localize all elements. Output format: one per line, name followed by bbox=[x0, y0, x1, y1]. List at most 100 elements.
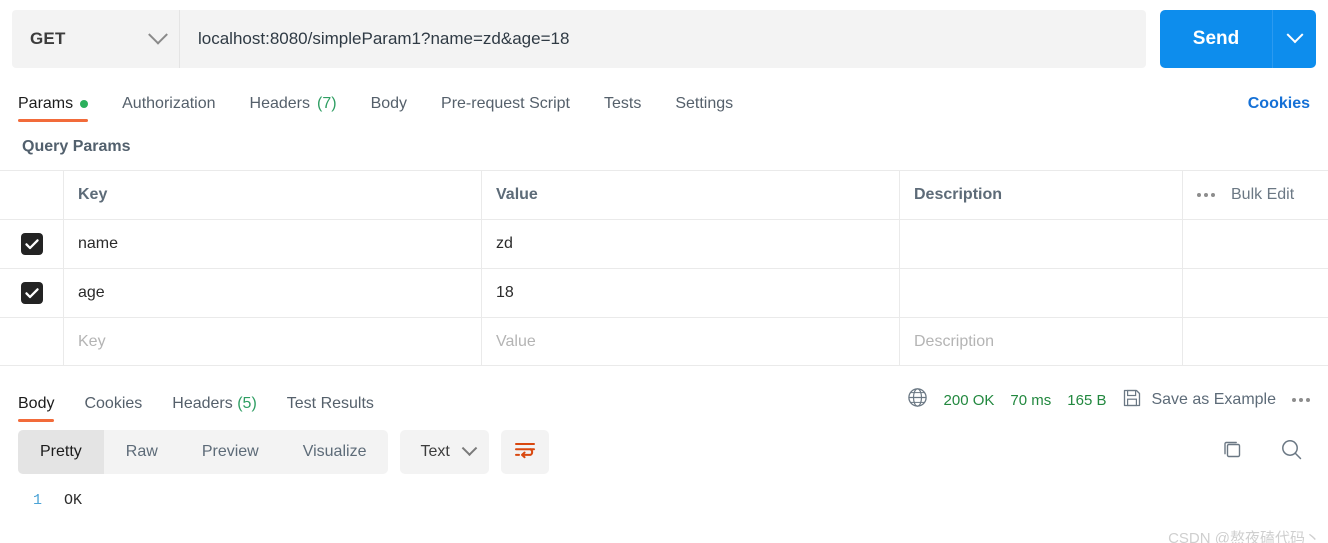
tab-authorization-label: Authorization bbox=[122, 95, 216, 112]
tab-settings-label: Settings bbox=[675, 95, 734, 112]
row-description-cell[interactable] bbox=[900, 220, 1183, 268]
save-as-example-label: Save as Example bbox=[1151, 391, 1276, 408]
param-value: zd bbox=[496, 235, 513, 252]
param-key: name bbox=[78, 235, 119, 252]
new-param-value-placeholder: Value bbox=[496, 332, 536, 350]
header-key-label: Key bbox=[78, 186, 108, 203]
tab-settings[interactable]: Settings bbox=[675, 95, 733, 122]
param-enabled-checkbox[interactable] bbox=[20, 282, 43, 304]
param-key: age bbox=[78, 284, 105, 301]
chevron-down-icon bbox=[461, 439, 478, 456]
response-tab-headers-label: Headers bbox=[172, 395, 233, 412]
status-code: 200 OK bbox=[943, 391, 995, 409]
table-row-empty: Key Value Description bbox=[0, 317, 1328, 366]
query-params-table: Key Value Description Bulk Edit name zd bbox=[0, 170, 1328, 366]
response-tabs: Body Cookies Headers (5) Test Results 20… bbox=[0, 376, 1328, 422]
ellipsis-icon[interactable] bbox=[1292, 398, 1310, 402]
response-view-segmented-control: Pretty Raw Preview Visualize bbox=[18, 430, 389, 474]
response-format-bar: Pretty Raw Preview Visualize Text bbox=[0, 422, 1328, 482]
floppy-disk-icon bbox=[1122, 388, 1142, 413]
table-row: age 18 bbox=[0, 268, 1328, 317]
chevron-down-icon bbox=[148, 24, 168, 45]
header-actions-cell: Bulk Edit bbox=[1183, 171, 1328, 219]
tab-pre-request-script[interactable]: Pre-request Script bbox=[441, 95, 570, 122]
tab-headers[interactable]: Headers (7) bbox=[250, 95, 337, 122]
tab-pre-request-script-label: Pre-request Script bbox=[441, 95, 570, 112]
response-tab-body[interactable]: Body bbox=[18, 395, 55, 422]
http-method-select[interactable]: GET bbox=[12, 10, 180, 68]
response-tab-headers-count: (5) bbox=[237, 395, 257, 412]
row-description-cell[interactable] bbox=[900, 269, 1183, 317]
code-line: 1 OK bbox=[0, 492, 1328, 509]
row-value-cell[interactable]: zd bbox=[482, 220, 900, 268]
view-pretty-button[interactable]: Pretty bbox=[18, 430, 104, 474]
chevron-down-icon bbox=[1286, 26, 1303, 44]
row-checkbox-cell bbox=[0, 220, 64, 268]
cookies-link[interactable]: Cookies bbox=[1248, 95, 1310, 122]
row-description-cell[interactable]: Description bbox=[900, 318, 1183, 365]
row-actions-cell bbox=[1183, 318, 1328, 365]
tab-headers-count: (7) bbox=[317, 95, 337, 112]
request-tabs: Params Authorization Headers (7) Body Pr… bbox=[0, 78, 1328, 122]
view-preview-button[interactable]: Preview bbox=[180, 430, 281, 474]
tab-headers-label: Headers bbox=[249, 95, 310, 112]
param-enabled-checkbox[interactable] bbox=[20, 233, 43, 255]
response-tab-cookies[interactable]: Cookies bbox=[84, 395, 142, 422]
globe-icon bbox=[907, 387, 928, 413]
tab-authorization[interactable]: Authorization bbox=[122, 95, 215, 122]
tab-params-label: Params bbox=[18, 95, 74, 112]
save-as-example-button[interactable]: Save as Example bbox=[1122, 388, 1276, 413]
tab-tests[interactable]: Tests bbox=[604, 95, 641, 122]
url-input[interactable]: localhost:8080/simpleParam1?name=zd&age=… bbox=[180, 10, 1146, 68]
row-key-cell[interactable]: Key bbox=[64, 318, 482, 365]
view-visualize-button[interactable]: Visualize bbox=[281, 430, 389, 474]
search-icon[interactable] bbox=[1279, 437, 1304, 467]
new-param-description-placeholder: Description bbox=[914, 332, 995, 350]
view-raw-button[interactable]: Raw bbox=[104, 430, 180, 474]
table-header-row: Key Value Description Bulk Edit bbox=[0, 170, 1328, 219]
row-key-cell[interactable]: age bbox=[64, 269, 482, 317]
row-value-cell[interactable]: Value bbox=[482, 318, 900, 365]
tab-tests-label: Tests bbox=[603, 95, 642, 112]
http-method-label: GET bbox=[30, 29, 66, 48]
content-type-label: Text bbox=[420, 443, 450, 460]
request-url-bar: GET localhost:8080/simpleParam1?name=zd&… bbox=[0, 0, 1328, 78]
header-key-cell: Key bbox=[64, 171, 482, 219]
param-value: 18 bbox=[496, 284, 514, 301]
response-tab-headers[interactable]: Headers (5) bbox=[172, 395, 257, 422]
row-checkbox-cell bbox=[0, 318, 64, 365]
word-wrap-icon bbox=[514, 441, 536, 464]
row-actions-cell bbox=[1183, 220, 1328, 268]
line-number: 1 bbox=[32, 492, 42, 509]
header-value-label: Value bbox=[496, 186, 538, 203]
ellipsis-icon[interactable] bbox=[1197, 193, 1215, 197]
response-tools bbox=[1220, 437, 1310, 467]
response-body-viewer[interactable]: 1 OK CSDN @熬夜磕代码丶 bbox=[0, 482, 1328, 543]
row-key-cell[interactable]: name bbox=[64, 220, 482, 268]
header-description-label: Description bbox=[914, 186, 1003, 203]
row-value-cell[interactable]: 18 bbox=[482, 269, 900, 317]
response-size: 165 B bbox=[1067, 391, 1107, 409]
tab-params[interactable]: Params bbox=[18, 95, 89, 122]
new-param-key-placeholder: Key bbox=[78, 332, 106, 350]
response-status-area: 200 OK 70 ms 165 B Save as Example bbox=[907, 387, 1310, 422]
header-checkbox-cell bbox=[0, 171, 64, 219]
row-actions-cell bbox=[1183, 269, 1328, 317]
header-description-cell: Description bbox=[900, 171, 1183, 219]
response-tab-test-results[interactable]: Test Results bbox=[287, 395, 374, 422]
send-button[interactable]: Send bbox=[1160, 10, 1272, 68]
send-button-group: Send bbox=[1160, 10, 1316, 68]
tab-body[interactable]: Body bbox=[371, 95, 407, 122]
content-type-select[interactable]: Text bbox=[400, 430, 489, 474]
header-value-cell: Value bbox=[482, 171, 900, 219]
response-time: 70 ms bbox=[1010, 391, 1052, 409]
query-params-title: Query Params bbox=[22, 138, 131, 155]
bulk-edit-button[interactable]: Bulk Edit bbox=[1231, 186, 1294, 204]
copy-icon[interactable] bbox=[1220, 437, 1245, 467]
tab-body-label: Body bbox=[370, 95, 408, 112]
send-options-button[interactable] bbox=[1272, 10, 1316, 68]
row-checkbox-cell bbox=[0, 269, 64, 317]
table-row: name zd bbox=[0, 219, 1328, 268]
word-wrap-toggle[interactable] bbox=[500, 430, 549, 474]
line-content: OK bbox=[64, 492, 83, 509]
